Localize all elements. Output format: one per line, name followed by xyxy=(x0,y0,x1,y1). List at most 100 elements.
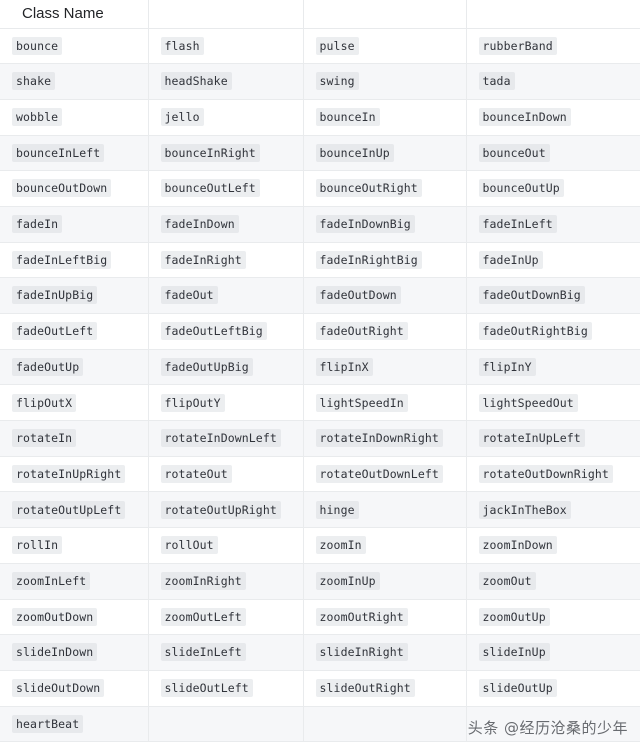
class-name-code: slideOutLeft xyxy=(160,679,253,698)
table-cell: jackInTheBox xyxy=(466,491,640,529)
class-name-code: wobble xyxy=(12,108,63,127)
table-row: bounce flash pulse rubberBand xyxy=(0,28,640,65)
table-cell: headShake xyxy=(148,63,304,100)
table-cell: slideOutLeft xyxy=(148,670,304,707)
class-name-code: fadeInRightBig xyxy=(315,250,422,269)
class-name-code: fadeIn xyxy=(12,215,63,234)
class-name-code: fadeOutLeft xyxy=(12,322,98,341)
class-name-code: bounceOutDown xyxy=(12,179,112,198)
class-name-code: lightSpeedOut xyxy=(478,393,578,412)
class-name-code: fadeInUp xyxy=(478,250,543,269)
table-cell: tada xyxy=(466,63,640,100)
table-cell: fadeInRightBig xyxy=(303,242,467,279)
table-cell: flipInY xyxy=(466,349,640,386)
table-cell: fadeOutDownBig xyxy=(466,277,640,314)
class-name-code: rotateInUpRight xyxy=(12,464,126,483)
class-name-code: fadeInDown xyxy=(160,215,239,234)
class-name-code: flipInY xyxy=(478,357,536,376)
class-name-code: zoomOutUp xyxy=(478,607,550,626)
class-name-code: rollIn xyxy=(12,536,63,555)
table-cell: bounceOutUp xyxy=(466,170,640,207)
table-cell: bounceInLeft xyxy=(0,135,149,172)
table-header: Class Name xyxy=(0,0,640,29)
table-cell: slideOutUp xyxy=(466,670,640,707)
table-row: zoomOutDown zoomOutLeft zoomOutRight zoomOu… xyxy=(0,599,640,636)
table-cell: fadeOut xyxy=(148,277,304,314)
table-cell: bounceIn xyxy=(303,99,467,136)
table-cell: bounceInUp xyxy=(303,135,467,172)
class-name-code: fadeOutRightBig xyxy=(478,322,592,341)
column-header-3 xyxy=(303,0,467,29)
table-cell: zoomInRight xyxy=(148,563,304,600)
table-cell: zoomInUp xyxy=(303,563,467,600)
table-cell: rotateInUpLeft xyxy=(466,420,640,457)
class-name-code: bounceInUp xyxy=(315,143,394,162)
table-cell: fadeInDownBig xyxy=(303,206,467,243)
class-name-code: slideOutDown xyxy=(12,679,105,698)
table-cell: fadeInLeft xyxy=(466,206,640,243)
table-cell: fadeOutDown xyxy=(303,277,467,314)
class-name-code: zoomOut xyxy=(478,571,536,590)
table-cell: rubberBand xyxy=(466,28,640,65)
table-cell: rotateIn xyxy=(0,420,149,457)
class-name-code: zoomInRight xyxy=(160,571,246,590)
class-name-code: rubberBand xyxy=(478,36,557,55)
class-name-code: flipOutX xyxy=(12,393,77,412)
table-cell: slideInLeft xyxy=(148,634,304,671)
table-cell: zoomOutLeft xyxy=(148,599,304,636)
column-header-4 xyxy=(466,0,640,29)
table-cell: zoomInDown xyxy=(466,527,640,564)
table-cell: slideInRight xyxy=(303,634,467,671)
table-cell: bounceOutLeft xyxy=(148,170,304,207)
class-name-code: pulse xyxy=(315,36,359,55)
table-row: bounceOutDown bounceOutLeft bounceOutRight… xyxy=(0,170,640,207)
table-cell: fadeInUp xyxy=(466,242,640,279)
table-row: rotateOutUpLeft rotateOutUpRight hinge jack… xyxy=(0,491,640,529)
table-row: fadeInUpBig fadeOut fadeOutDown fadeOutDown… xyxy=(0,277,640,314)
table-cell: jello xyxy=(148,99,304,136)
class-name-code: rotateOutDownLeft xyxy=(315,464,443,483)
table-cell: flipOutX xyxy=(0,384,149,422)
class-name-code: bounceIn xyxy=(315,108,380,127)
table-cell: fadeInLeftBig xyxy=(0,242,149,279)
class-name-code: fadeOutLeftBig xyxy=(160,322,267,341)
class-name-code: bounceOutUp xyxy=(478,179,564,198)
table-cell: wobble xyxy=(0,99,149,136)
table-cell: rotateInDownRight xyxy=(303,420,467,457)
table-cell: fadeOutRightBig xyxy=(466,313,640,350)
table-cell: bounceOut xyxy=(466,135,640,172)
table-row: bounceInLeft bounceInRight bounceInUp bounc… xyxy=(0,135,640,172)
class-name-code: rotateInDownRight xyxy=(315,429,443,448)
class-name-code: fadeOutRight xyxy=(315,322,408,341)
table-cell: fadeOutLeft xyxy=(0,313,149,350)
class-name-code: rotateInDownLeft xyxy=(160,429,281,448)
table-cell: rotateOutUpLeft xyxy=(0,491,149,529)
table-cell: fadeIn xyxy=(0,206,149,243)
table-cell: lightSpeedIn xyxy=(303,384,467,422)
table-row: fadeOutUp fadeOutUpBig flipInX flipInY xyxy=(0,349,640,386)
table-cell: zoomOutRight xyxy=(303,599,467,636)
class-name-code: bounceInDown xyxy=(478,108,571,127)
table-cell: fadeInUpBig xyxy=(0,277,149,314)
class-name-code: zoomOutDown xyxy=(12,607,98,626)
table-cell: rotateOutUpRight xyxy=(148,491,304,529)
class-name-code: bounceOutRight xyxy=(315,179,422,198)
table-cell: flipInX xyxy=(303,349,467,386)
class-name-code: bounceOut xyxy=(478,143,550,162)
table-row: rotateInUpRight rotateOut rotateOutDownLef… xyxy=(0,456,640,493)
class-name-code: fadeInRight xyxy=(160,250,246,269)
table-cell: slideOutRight xyxy=(303,670,467,707)
table-cell: bounceOutDown xyxy=(0,170,149,207)
table-cell: rotateInDownLeft xyxy=(148,420,304,457)
class-name-code: zoomInDown xyxy=(478,536,557,555)
class-name-code: tada xyxy=(478,72,515,91)
class-name-code: fadeInLeft xyxy=(478,215,557,234)
class-name-code: bounceOutLeft xyxy=(160,179,260,198)
class-name-code: swing xyxy=(315,72,359,91)
table-row: fadeInLeftBig fadeInRight fadeInRightBig fa… xyxy=(0,242,640,279)
table-cell: bounceOutRight xyxy=(303,170,467,207)
class-name-code: bounce xyxy=(12,36,63,55)
table-cell: flash xyxy=(148,28,304,65)
table-cell: rollIn xyxy=(0,527,149,564)
table-cell xyxy=(148,706,304,743)
